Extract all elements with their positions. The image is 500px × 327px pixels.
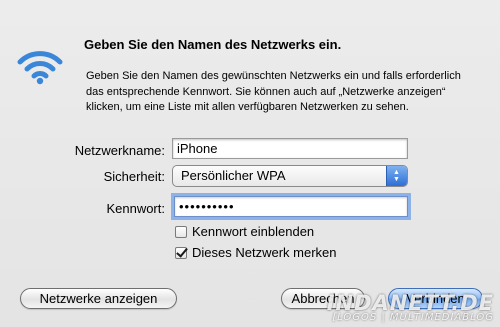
- show-password-label: Kennwort einblenden: [192, 224, 315, 239]
- popup-arrows-icon: ▲ ▼: [386, 166, 407, 186]
- join-network-dialog: Geben Sie den Namen des Netzwerks ein. G…: [0, 0, 500, 327]
- password-input[interactable]: [174, 196, 408, 217]
- cancel-button[interactable]: Abbrechen: [281, 288, 365, 309]
- remember-network-row[interactable]: Dieses Netzwerk merken: [175, 245, 337, 260]
- network-name-input[interactable]: [172, 138, 408, 159]
- dialog-description: Geben Sie den Namen des gewünschten Netz…: [86, 70, 461, 113]
- security-value: Persönlicher WPA: [181, 168, 286, 183]
- password-label: Kennwort:: [106, 201, 165, 216]
- watermark-sub: [LOGOS | MULTIMEDIABLOG: [332, 312, 494, 323]
- remember-network-label: Dieses Netzwerk merken: [192, 245, 337, 260]
- network-name-label: Netzwerkname:: [74, 143, 165, 158]
- security-label: Sicherheit:: [103, 169, 165, 184]
- connect-button[interactable]: Verbinden: [388, 288, 483, 309]
- dialog-title: Geben Sie den Namen des Netzwerks ein.: [84, 37, 342, 52]
- show-password-checkbox[interactable]: [175, 226, 187, 238]
- show-networks-button[interactable]: Netzwerke anzeigen: [20, 288, 177, 309]
- remember-network-checkbox[interactable]: [175, 247, 187, 259]
- show-password-row[interactable]: Kennwort einblenden: [175, 224, 314, 239]
- wifi-icon: [17, 51, 63, 85]
- security-popup[interactable]: Persönlicher WPA ▲ ▼: [172, 165, 408, 187]
